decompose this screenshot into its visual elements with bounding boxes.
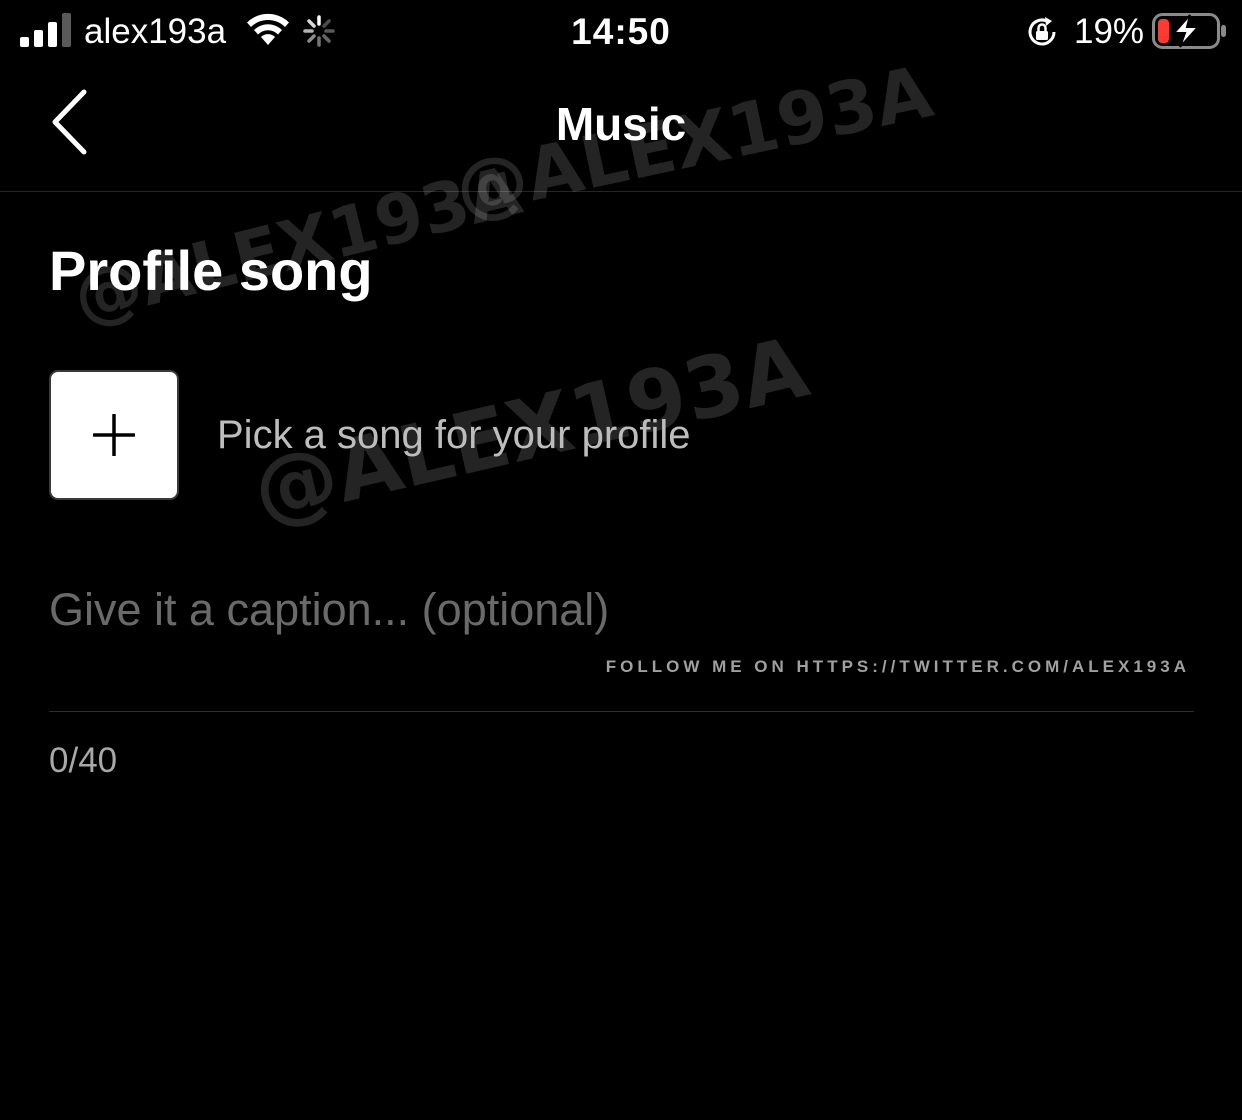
rotation-lock-icon xyxy=(1028,17,1056,46)
wifi-icon xyxy=(247,13,289,45)
activity-icon xyxy=(303,15,335,47)
plus-icon xyxy=(93,414,135,456)
nav-bar: Music xyxy=(0,64,1242,192)
caption-divider xyxy=(49,711,1194,712)
chevron-left-icon xyxy=(52,89,87,155)
battery-percent: 19% xyxy=(1074,12,1145,51)
section-title: Profile song xyxy=(49,239,373,302)
watermark-follow-text: FOLLOW ME ON HTTPS://TWITTER.COM/ALEX193… xyxy=(605,657,1190,676)
caption-input[interactable] xyxy=(49,578,1189,642)
character-counter: 0/40 xyxy=(49,741,118,780)
status-bar: alex193a 14:50 19% xyxy=(0,0,1242,64)
carrier-name: alex193a xyxy=(84,12,227,51)
back-button[interactable] xyxy=(38,84,102,160)
add-song-button[interactable] xyxy=(49,370,179,500)
pick-song-label[interactable]: Pick a song for your profile xyxy=(217,410,691,460)
page-title: Music xyxy=(555,98,687,150)
signal-icon xyxy=(20,13,71,47)
battery-charging-icon xyxy=(1152,13,1226,49)
